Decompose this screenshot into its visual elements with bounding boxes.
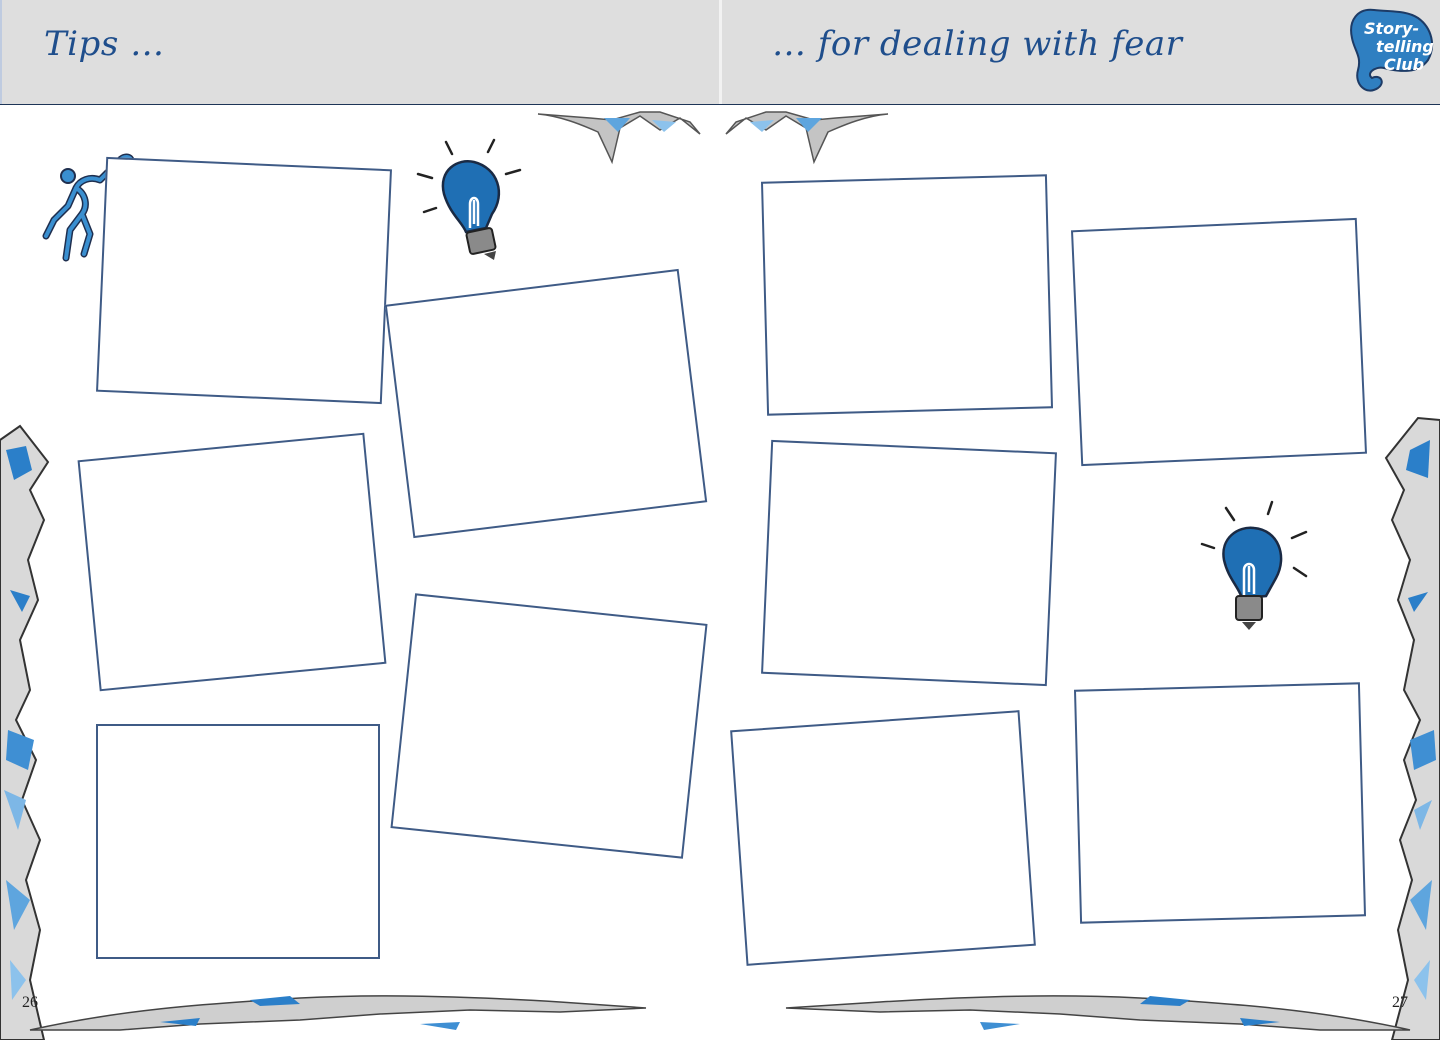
answer-frame[interactable] xyxy=(77,432,387,692)
logo-line-2: telling xyxy=(1376,37,1434,56)
answer-frame[interactable] xyxy=(96,724,380,959)
answer-frame[interactable] xyxy=(761,439,1057,687)
storytelling-club-logo: Story- telling Club xyxy=(1350,8,1434,92)
left-page-title: Tips … xyxy=(44,24,165,64)
header-edge xyxy=(0,0,2,104)
top-ice-decoration xyxy=(537,111,889,165)
answer-frame[interactable] xyxy=(1073,682,1367,924)
logo-line-3: Club xyxy=(1384,55,1424,74)
right-ice-decoration xyxy=(1384,416,1440,1040)
header-bar: Tips … … for dealing with fear Story- te… xyxy=(0,0,1440,105)
answer-frame[interactable] xyxy=(760,174,1054,416)
page-number-left: 26 xyxy=(22,994,38,1011)
answer-frame[interactable] xyxy=(96,156,392,405)
answer-frame[interactable] xyxy=(390,593,708,859)
right-page-title: … for dealing with fear xyxy=(772,24,1183,64)
answer-frame[interactable] xyxy=(1070,217,1368,467)
answer-frame[interactable] xyxy=(730,710,1036,966)
lightbulb-icon xyxy=(1200,500,1308,630)
page-number-right: 27 xyxy=(1392,994,1408,1011)
header-divider xyxy=(719,0,722,104)
lightbulb-icon xyxy=(416,138,522,260)
bottom-ice-decoration xyxy=(29,995,1411,1031)
logo-line-1: Story- xyxy=(1364,19,1419,38)
answer-frame[interactable] xyxy=(384,268,708,539)
left-ice-decoration xyxy=(0,424,50,1040)
